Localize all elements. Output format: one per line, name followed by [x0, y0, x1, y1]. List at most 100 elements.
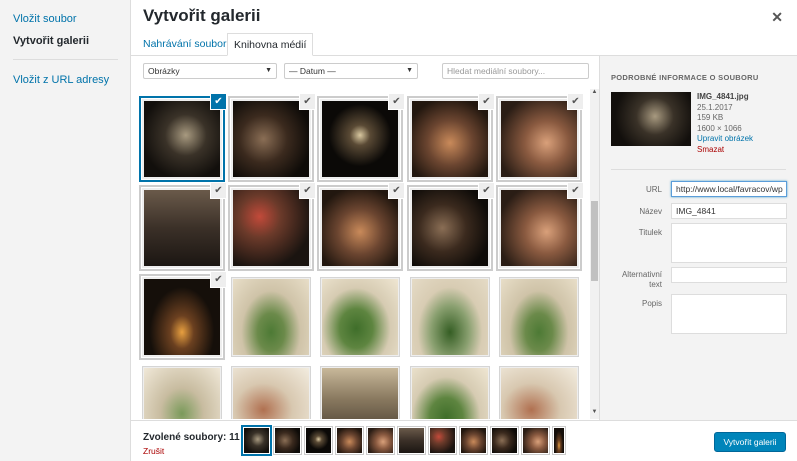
url-label: URL — [645, 185, 662, 194]
attachment-thumbnail[interactable] — [231, 188, 311, 268]
selection-thumbnail[interactable] — [491, 427, 518, 454]
tab-upload-files[interactable]: Nahrávání souborů — [137, 33, 238, 56]
caption-field[interactable] — [671, 223, 787, 263]
selected-count: Zvolené soubory: 11 — [143, 432, 240, 443]
photo-image — [322, 190, 398, 266]
checkmark-icon[interactable]: ✔ — [479, 94, 494, 109]
details-info: IMG_4841.jpg 25.1.2017 159 KB 1600 × 106… — [697, 92, 753, 155]
chevron-down-icon: ▼ — [265, 67, 272, 74]
close-icon[interactable]: ✕ — [771, 9, 783, 26]
checkmark-icon[interactable]: ✔ — [211, 183, 226, 198]
edit-image-link[interactable]: Upravit obrázek — [697, 134, 753, 145]
date-filter-select[interactable]: — Datum — ▼ — [284, 63, 418, 79]
clear-selection-link[interactable]: Zrušit — [143, 446, 164, 456]
attachment-thumbnail[interactable] — [499, 366, 579, 419]
selection-thumbnail[interactable] — [460, 427, 487, 454]
attachment-thumbnail[interactable] — [320, 99, 400, 179]
create-gallery-button[interactable]: Vytvořit galerii — [714, 432, 786, 452]
attachment-thumbnail[interactable] — [410, 277, 490, 357]
selection-thumbnail[interactable] — [429, 427, 456, 454]
details-date: 25.1.2017 — [697, 102, 733, 112]
sidebar-item-insert-file[interactable]: Vložit soubor — [13, 13, 77, 25]
media-toolbar: Zvolené soubory: 11 Zrušit Vytvořit gale… — [131, 420, 797, 461]
selection-thumbnail[interactable] — [243, 427, 270, 454]
alt-text-field[interactable] — [671, 267, 787, 283]
name-field[interactable]: IMG_4841 — [671, 203, 787, 219]
url-field[interactable]: http://www.local/favracov/wp — [671, 181, 787, 197]
details-heading: PODROBNÉ INFORMACE O SOUBORU — [611, 73, 759, 82]
chevron-down-icon: ▼ — [406, 67, 413, 74]
media-tabs: Nahrávání souborů Knihovna médií — [131, 33, 797, 56]
selection-thumbnail[interactable] — [553, 427, 565, 454]
photo-image — [322, 368, 398, 419]
photo-image — [233, 368, 309, 419]
attachment-thumbnail[interactable] — [142, 277, 222, 357]
attachment-thumbnail[interactable] — [142, 366, 222, 419]
photo-image — [501, 190, 577, 266]
attachment-thumbnail[interactable] — [320, 277, 400, 357]
photo-image — [501, 368, 577, 419]
checkmark-icon[interactable]: ✔ — [479, 183, 494, 198]
checkmark-icon[interactable]: ✔ — [211, 272, 226, 287]
description-label: Popis — [641, 299, 662, 308]
checkmark-icon[interactable]: ✔ — [568, 183, 583, 198]
checkmark-icon[interactable]: ✔ — [389, 183, 404, 198]
tab-media-library[interactable]: Knihovna médií — [227, 33, 314, 56]
attachment-thumbnail[interactable] — [231, 99, 311, 179]
scroll-up-arrow-icon[interactable]: ▲ — [590, 89, 599, 99]
scrollbar-thumb[interactable] — [591, 201, 598, 281]
checkmark-icon[interactable]: ✔ — [211, 94, 226, 109]
sidebar-item-create-gallery[interactable]: Vytvořit galerii — [13, 35, 89, 47]
checkmark-icon[interactable]: ✔ — [568, 94, 583, 109]
attachment-thumbnail[interactable] — [142, 188, 222, 268]
alt-text-label-line1: Alternativní — [621, 270, 662, 279]
media-type-value: Obrázky — [148, 66, 180, 76]
caption-label: Titulek — [638, 228, 662, 237]
scroll-down-arrow-icon[interactable]: ▼ — [590, 409, 599, 419]
selection-thumbnail[interactable] — [336, 427, 363, 454]
media-type-select[interactable]: Obrázky ▼ — [143, 63, 277, 79]
name-label: Název — [639, 207, 662, 216]
delete-link[interactable]: Smazat — [697, 145, 753, 156]
attachment-thumbnail[interactable] — [231, 277, 311, 357]
attachment-thumbnail[interactable] — [410, 99, 490, 179]
grid-scrollbar[interactable]: ▲ ▼ — [590, 89, 599, 419]
attachment-thumbnail[interactable] — [231, 366, 311, 419]
checkmark-icon[interactable]: ✔ — [300, 183, 315, 198]
photo-image — [412, 101, 488, 177]
date-filter-value: — Datum — — [289, 66, 336, 76]
photo-image — [144, 101, 220, 177]
selection-thumbnail[interactable] — [398, 427, 425, 454]
modal-title: Vytvořit galerii — [143, 6, 261, 25]
selection-thumbnail[interactable] — [367, 427, 394, 454]
selection-thumbnail[interactable] — [522, 427, 549, 454]
selection-thumbnail[interactable] — [274, 427, 301, 454]
alt-text-label: Alternativní text — [602, 270, 662, 290]
details-thumbnail — [611, 92, 691, 146]
sidebar-item-insert-from-url[interactable]: Vložit z URL adresy — [13, 74, 109, 86]
attachment-thumbnail[interactable] — [499, 277, 579, 357]
attachment-thumbnail[interactable] — [142, 99, 222, 179]
checkmark-icon[interactable]: ✔ — [389, 94, 404, 109]
attachment-details-panel: PODROBNÉ INFORMACE O SOUBORU IMG_4841.jp… — [599, 56, 797, 420]
attachment-thumbnail[interactable] — [499, 188, 579, 268]
attachment-thumbnail[interactable] — [320, 366, 400, 419]
photo-image — [412, 190, 488, 266]
photo-image — [501, 279, 577, 355]
selection-thumbnail[interactable] — [305, 427, 332, 454]
photo-image — [412, 279, 488, 355]
checkmark-icon[interactable]: ✔ — [300, 94, 315, 109]
sidebar-divider — [13, 59, 118, 60]
media-sidebar: Vložit soubor Vytvořit galerii Vložit z … — [0, 0, 131, 461]
photo-image — [144, 190, 220, 266]
photo-image — [233, 279, 309, 355]
attachment-thumbnail[interactable] — [410, 188, 490, 268]
details-size: 159 KB — [697, 113, 724, 122]
description-field[interactable] — [671, 294, 787, 334]
photo-image — [412, 368, 488, 419]
attachment-thumbnail[interactable] — [499, 99, 579, 179]
media-search-input[interactable]: Hledat mediální soubory... — [442, 63, 589, 79]
attachment-thumbnail[interactable] — [320, 188, 400, 268]
photo-image — [501, 101, 577, 177]
attachment-thumbnail[interactable] — [410, 366, 490, 419]
